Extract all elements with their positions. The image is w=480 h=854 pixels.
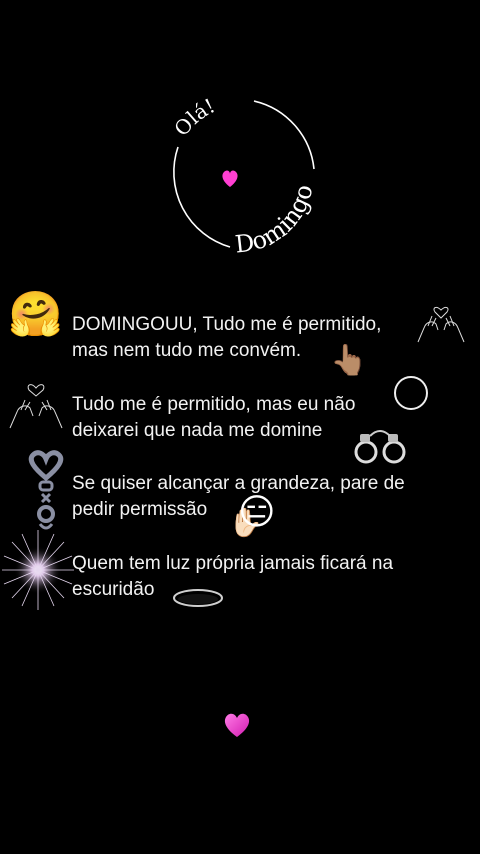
emblem-day-text: Domingo — [234, 182, 319, 259]
emblem-heart-icon — [222, 170, 238, 187]
chrome-heart-chain-icon — [28, 450, 64, 530]
pointing-hand-emoji-icon: 👆🏽 — [330, 343, 368, 378]
hands-heart-lineart-icon-left — [9, 384, 63, 429]
dark-hole-icon — [173, 589, 223, 607]
text-line-4-b: escuridão — [72, 579, 155, 600]
sparkle-light-icon — [2, 530, 74, 610]
text-line-2-a: Tudo me é permitido, mas eu não — [72, 394, 356, 415]
pink-heart-icon — [224, 713, 250, 737]
emblem-arc-left — [173, 146, 231, 248]
emblem-arc-top-right — [253, 100, 315, 170]
hands-heart-lineart-icon — [417, 306, 465, 343]
circle-ring-icon — [394, 376, 428, 410]
text-line-1-a: DOMINGOUU, Tudo me é permitido, — [72, 314, 382, 335]
emblem-greeting-text: Olá! — [169, 93, 218, 140]
text-line-2-b: deixarei que nada me domine — [72, 420, 323, 441]
hugging-face-emoji-icon: 🤗 — [8, 289, 63, 340]
text-line-4: Quem tem luz própria jamais ficará na es… — [72, 551, 393, 603]
text-line-2: Tudo me é permitido, mas eu não deixarei… — [72, 392, 355, 444]
text-line-4-a: Quem tem luz própria jamais ficará na — [72, 553, 394, 574]
handcuffs-icon — [354, 430, 406, 464]
greeting-emblem: Olá! Domingo — [169, 93, 319, 259]
